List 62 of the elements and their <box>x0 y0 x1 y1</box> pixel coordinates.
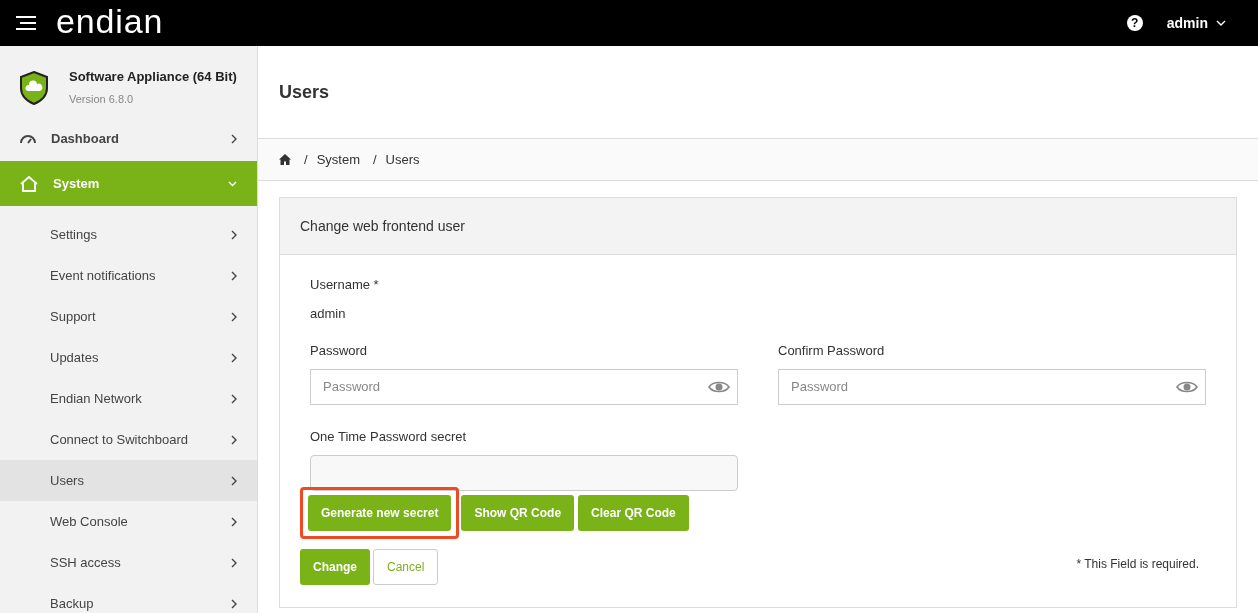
nav-label: Endian Network <box>50 389 143 408</box>
chevron-right-icon <box>231 475 237 486</box>
nav-label: Web Console <box>50 512 129 531</box>
nav-item[interactable]: Dashboard <box>0 116 257 161</box>
nav-subitem[interactable]: Event notifications <box>0 255 257 296</box>
home-icon <box>20 175 38 192</box>
password-field[interactable]: Password <box>310 368 738 405</box>
nav-label: SSH access <box>50 553 122 572</box>
card-title: Change web frontend user <box>300 216 465 236</box>
chevron-right-icon <box>231 557 237 568</box>
nav-label: Users <box>50 471 85 490</box>
chevron-right-icon <box>231 434 237 445</box>
logo: endian <box>56 4 164 38</box>
breadcrumb-separator: / <box>304 150 308 169</box>
chevron-right-icon <box>231 516 237 527</box>
nav-subitem[interactable]: SSH access <box>0 542 257 583</box>
gauge-icon <box>20 133 36 144</box>
field-label: Username * <box>310 276 380 294</box>
user-menu[interactable]: admin <box>1166 13 1226 33</box>
username-value: admin <box>310 304 347 323</box>
shield-icon <box>20 71 48 105</box>
confirm-password-field[interactable]: Password <box>778 368 1206 405</box>
nav-label: Settings <box>50 225 98 244</box>
nav-label: Dashboard <box>51 129 120 148</box>
nav-subitem[interactable]: Updates <box>0 337 257 378</box>
nav-label: Connect to Switchboard <box>50 430 190 449</box>
nav-subitem[interactable]: Backup <box>0 583 257 613</box>
nav-subitem[interactable]: Endian Network <box>0 378 257 419</box>
product-name: Software Appliance (64 Bit) <box>69 68 237 86</box>
nav-label: Support <box>50 307 97 326</box>
chevron-right-icon <box>231 352 237 363</box>
breadcrumb-link[interactable]: System <box>316 149 360 170</box>
field-label: Password <box>310 342 369 360</box>
required-note: * This Field is required. <box>1076 556 1199 573</box>
nav-subitem[interactable]: Connect to Switchboard <box>0 419 257 460</box>
caret-icon <box>1216 20 1226 26</box>
chevron-right-icon <box>231 393 237 404</box>
nav-subitem[interactable]: Users <box>0 460 257 501</box>
otp-secret-field[interactable] <box>310 455 738 491</box>
version-text: Version 6.8.0 <box>69 91 135 107</box>
nav-subitem[interactable]: Web Console <box>0 501 257 542</box>
chevron-down-icon <box>228 180 237 187</box>
help-button[interactable]: ? <box>1126 15 1143 31</box>
nav-label: Backup <box>50 594 95 613</box>
chevron-right-icon <box>231 311 237 322</box>
nav-subitem[interactable]: Support <box>0 296 257 337</box>
menu-icon[interactable] <box>16 16 36 30</box>
chevron-right-icon <box>231 270 237 281</box>
nav-label: Updates <box>50 348 100 367</box>
nav-subitem[interactable]: Settings <box>0 214 257 255</box>
eye-icon[interactable] <box>708 379 730 394</box>
chevron-right-icon <box>231 133 237 144</box>
chevron-right-icon <box>231 229 237 240</box>
field-label: One Time Password secret <box>310 427 468 446</box>
home-icon[interactable] <box>279 154 291 165</box>
chevron-right-icon <box>231 598 237 609</box>
page-title: Users <box>279 80 330 104</box>
field-label: Confirm Password <box>778 342 886 360</box>
breadcrumb-separator: / <box>372 150 377 169</box>
eye-icon[interactable] <box>1176 379 1198 394</box>
nav-label: System <box>53 174 101 193</box>
nav-label: Event notifications <box>50 266 157 285</box>
